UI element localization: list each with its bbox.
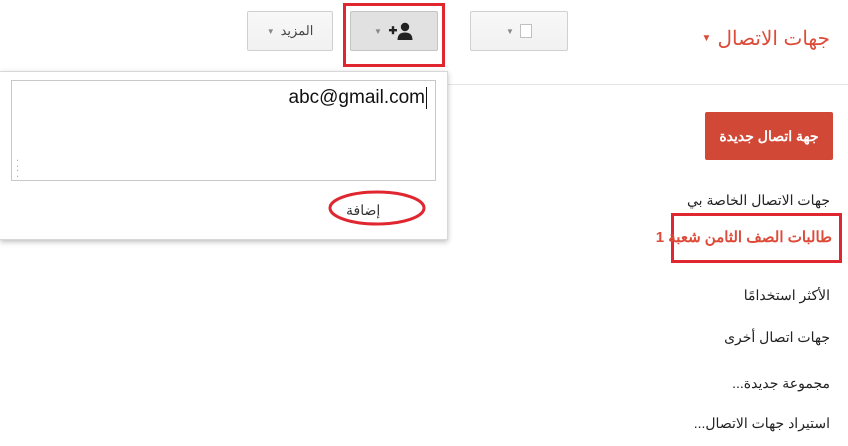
new-contact-button[interactable]: جهة اتصال جديدة bbox=[705, 112, 833, 160]
sidebar-item-most-contacted[interactable]: الأكثر استخدامًا bbox=[744, 287, 830, 304]
sidebar-item-other-contacts[interactable]: جهات اتصال أخرى bbox=[724, 329, 830, 346]
highlight-box-add-person bbox=[343, 3, 445, 67]
app-title[interactable]: جهات الاتصال ▼ bbox=[702, 26, 830, 51]
header-divider bbox=[448, 84, 848, 85]
sidebar-item-my-contacts[interactable]: جهات الاتصال الخاصة بي bbox=[687, 192, 830, 209]
sidebar-item-group-selected[interactable]: طالبات الصف الثامن شعبة 1 bbox=[656, 228, 832, 246]
chevron-down-icon: ▼ bbox=[506, 26, 514, 36]
sidebar-item-import-contacts[interactable]: استيراد جهات الاتصال... bbox=[694, 415, 830, 432]
app-title-text: جهات الاتصال bbox=[717, 28, 830, 50]
chevron-down-icon: ▼ bbox=[701, 33, 712, 44]
email-input[interactable]: abc@gmail.com bbox=[11, 80, 436, 181]
resize-handle-icon[interactable]: ⁚ ⁚ bbox=[16, 160, 19, 180]
checkbox-icon bbox=[519, 24, 532, 38]
sidebar-item-new-group[interactable]: مجموعة جديدة... bbox=[732, 375, 830, 392]
more-button[interactable]: ▼ المزيد bbox=[247, 11, 333, 51]
more-button-label: المزيد bbox=[280, 23, 314, 38]
highlight-oval bbox=[328, 190, 426, 226]
chevron-down-icon: ▼ bbox=[266, 26, 275, 36]
email-input-value: abc@gmail.com bbox=[288, 87, 426, 108]
text-cursor bbox=[426, 87, 427, 109]
select-checkbox-button[interactable]: ▼ bbox=[470, 11, 568, 51]
